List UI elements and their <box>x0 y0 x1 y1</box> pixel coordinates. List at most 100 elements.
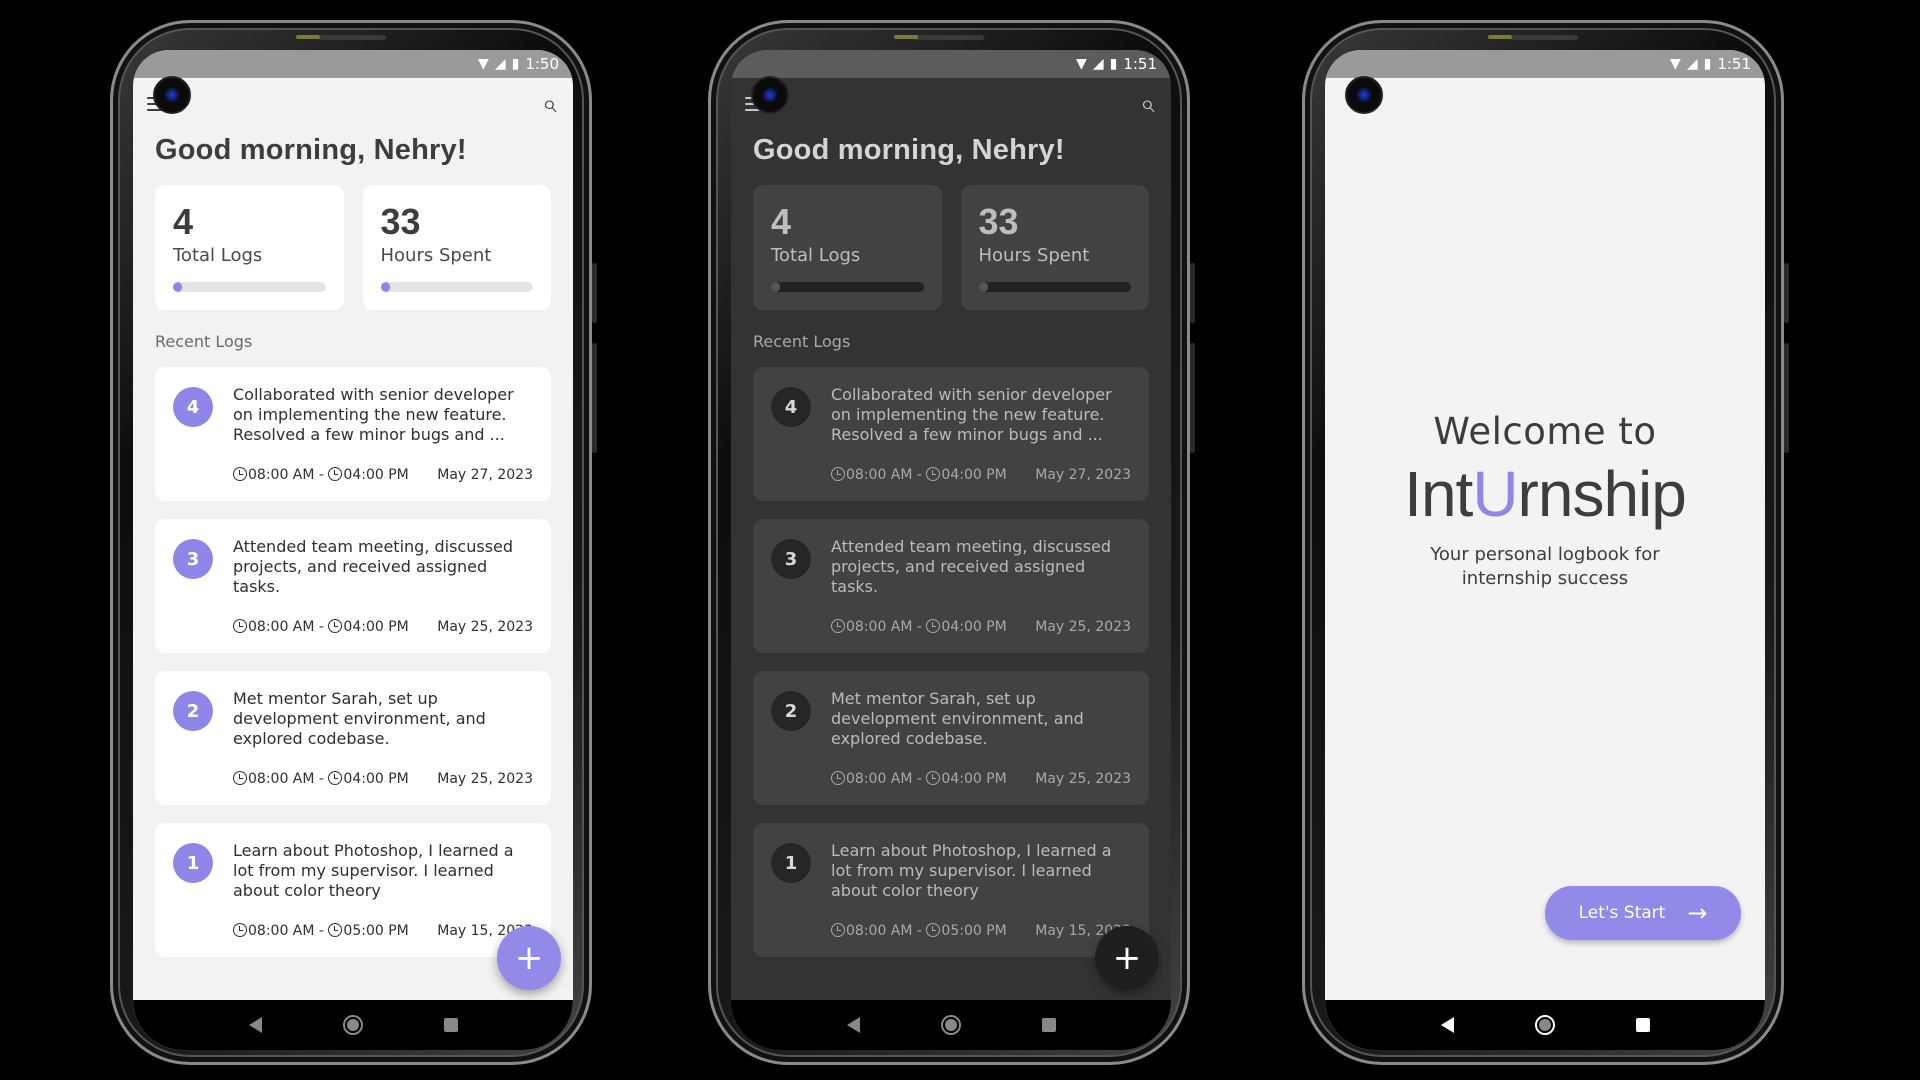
battery-icon: ▮ <box>1703 56 1712 72</box>
start-time: 08:00 AM <box>248 467 315 483</box>
log-meta: 08:00 AM - 04:00 PM May 27, 2023 <box>831 467 1131 483</box>
log-description: Collaborated with senior developer on im… <box>233 385 514 444</box>
log-number-badge: 1 <box>173 843 213 883</box>
progress-fill <box>380 282 390 292</box>
stat-value: 33 <box>978 201 1019 242</box>
stat-card-total-logs: 4 Total Logs <box>155 185 344 310</box>
clock-icon <box>831 923 845 937</box>
list-item[interactable]: 2 Met mentor Sarah, set up development e… <box>155 671 551 805</box>
front-camera <box>153 76 191 114</box>
phone-welcome: ▼ ◢ ▮ 1:51 Welcome to IntUrnship Your pe… <box>1302 20 1789 1065</box>
log-time-range: 08:00 AM - 04:00 PM <box>233 467 409 483</box>
system-nav-bar <box>133 1000 573 1050</box>
add-log-button[interactable]: + <box>497 926 561 990</box>
lets-start-button[interactable]: Let's Start → <box>1545 886 1741 940</box>
end-time: 04:00 PM <box>343 771 409 787</box>
search-icon[interactable]: ⌕ <box>542 89 557 120</box>
clock-icon <box>831 771 845 785</box>
signal-icon: ◢ <box>494 56 506 72</box>
log-meta: 08:00 AM - 04:00 PM May 25, 2023 <box>831 619 1131 635</box>
log-date: May 27, 2023 <box>437 467 533 483</box>
add-log-button[interactable]: + <box>1095 926 1159 990</box>
status-bar: ▼ ◢ ▮ 1:50 <box>133 50 573 78</box>
progress-bar <box>173 282 326 292</box>
battery-icon: ▮ <box>511 56 520 72</box>
end-time: 04:00 PM <box>941 619 1007 635</box>
wifi-icon: ▼ <box>1670 56 1681 72</box>
clock-icon <box>926 923 941 937</box>
section-title-recent-logs: Recent Logs <box>753 332 851 351</box>
progress-fill <box>173 282 183 292</box>
home-icon[interactable] <box>1534 1015 1555 1035</box>
log-meta: 08:00 AM - 05:00 PM May 15, 2023 <box>831 923 1131 939</box>
log-number-badge: 4 <box>771 387 811 427</box>
progress-fill <box>771 282 781 292</box>
log-meta: 08:00 AM - 04:00 PM May 25, 2023 <box>233 771 533 787</box>
log-meta: 08:00 AM - 05:00 PM May 15, 2023 <box>233 923 533 939</box>
log-time-range: 08:00 AM - 05:00 PM <box>831 923 1007 939</box>
stat-value: 4 <box>771 201 792 242</box>
recent-logs-list: 4 Collaborated with senior developer on … <box>731 351 1171 957</box>
log-time-range: 08:00 AM - 04:00 PM <box>831 619 1007 635</box>
clock-icon <box>926 771 941 785</box>
back-icon[interactable] <box>248 1017 262 1033</box>
list-item[interactable]: 2 Met mentor Sarah, set up development e… <box>753 671 1149 805</box>
stat-value: 4 <box>173 201 194 242</box>
progress-fill <box>978 282 988 292</box>
log-time-range: 08:00 AM - 05:00 PM <box>233 923 409 939</box>
log-date: May 25, 2023 <box>1035 619 1131 635</box>
back-icon[interactable] <box>1440 1017 1454 1033</box>
recents-icon[interactable] <box>1041 1018 1056 1032</box>
home-icon[interactable] <box>342 1015 363 1035</box>
start-time: 08:00 AM <box>248 923 315 939</box>
brand-prefix: Int <box>1404 458 1473 530</box>
list-item[interactable]: 1 Learn about Photoshop, I learned a lot… <box>155 823 551 957</box>
recents-icon[interactable] <box>443 1018 458 1032</box>
stats-row: 4 Total Logs 33 Hours Spent <box>133 167 573 310</box>
list-item[interactable]: 1 Learn about Photoshop, I learned a lot… <box>753 823 1149 957</box>
log-time-range: 08:00 AM - 04:00 PM <box>233 619 409 635</box>
earpiece-speaker <box>1488 35 1578 40</box>
back-icon[interactable] <box>846 1017 860 1033</box>
recents-icon[interactable] <box>1635 1018 1650 1032</box>
stat-card-hours-spent: 33 Hours Spent <box>960 185 1149 310</box>
front-camera <box>1345 76 1383 114</box>
earpiece-speaker <box>894 35 984 40</box>
arrow-right-icon: → <box>1687 899 1708 927</box>
clock-icon <box>926 467 941 481</box>
system-nav-bar <box>1325 1000 1765 1050</box>
end-time: 05:00 PM <box>941 923 1007 939</box>
top-app-bar: ⌕ <box>133 78 573 130</box>
log-time-range: 08:00 AM - 04:00 PM <box>831 771 1007 787</box>
stat-label: Total Logs <box>173 245 263 266</box>
power-button <box>592 343 597 453</box>
home-icon[interactable] <box>940 1015 961 1035</box>
list-item[interactable]: 4 Collaborated with senior developer on … <box>753 367 1149 501</box>
progress-bar <box>771 282 924 292</box>
list-item[interactable]: 3 Attended team meeting, discussed proje… <box>753 519 1149 653</box>
log-description: Met mentor Sarah, set up development env… <box>831 689 1084 748</box>
log-description: Learn about Photoshop, I learned a lot f… <box>831 841 1112 900</box>
clock-icon <box>831 619 845 633</box>
brand-suffix: rnship <box>1517 458 1687 530</box>
recent-logs-list: 4 Collaborated with senior developer on … <box>133 351 573 957</box>
log-number-badge: 3 <box>173 539 213 579</box>
log-description: Met mentor Sarah, set up development env… <box>233 689 486 748</box>
clock-icon <box>233 923 247 937</box>
search-icon[interactable]: ⌕ <box>1140 89 1155 120</box>
welcome-hero: Welcome to IntUrnship Your personal logb… <box>1325 410 1765 591</box>
log-number-badge: 2 <box>173 691 213 731</box>
volume-button <box>1190 263 1195 323</box>
log-description: Attended team meeting, discussed project… <box>831 537 1112 596</box>
log-meta: 08:00 AM - 04:00 PM May 25, 2023 <box>233 619 533 635</box>
list-item[interactable]: 3 Attended team meeting, discussed proje… <box>155 519 551 653</box>
tagline-line: internship success <box>1461 568 1629 589</box>
clock-icon <box>926 619 941 633</box>
list-item[interactable]: 4 Collaborated with senior developer on … <box>155 367 551 501</box>
volume-button <box>1784 263 1789 323</box>
phone-light-home: ▼ ◢ ▮ 1:50 ⌕ Good morning, Nehry! 4 Tota… <box>110 20 597 1065</box>
end-time: 04:00 PM <box>343 619 409 635</box>
log-description: Attended team meeting, discussed project… <box>233 537 514 596</box>
log-number-badge: 1 <box>771 843 811 883</box>
log-date: May 27, 2023 <box>1035 467 1131 483</box>
